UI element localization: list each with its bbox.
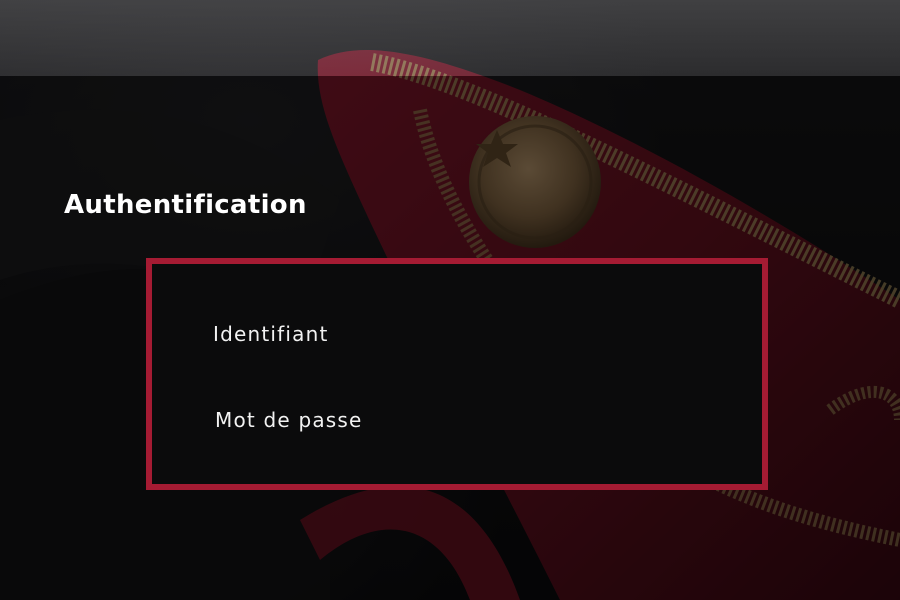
password-field[interactable]: Mot de passe — [215, 408, 363, 432]
username-field[interactable]: Identifiant — [213, 322, 329, 346]
login-screen: Authentification Identifiant Mot de pass… — [0, 0, 900, 600]
top-band — [0, 0, 900, 76]
login-panel: Identifiant Mot de passe — [146, 258, 768, 490]
page-title: Authentification — [64, 190, 307, 220]
